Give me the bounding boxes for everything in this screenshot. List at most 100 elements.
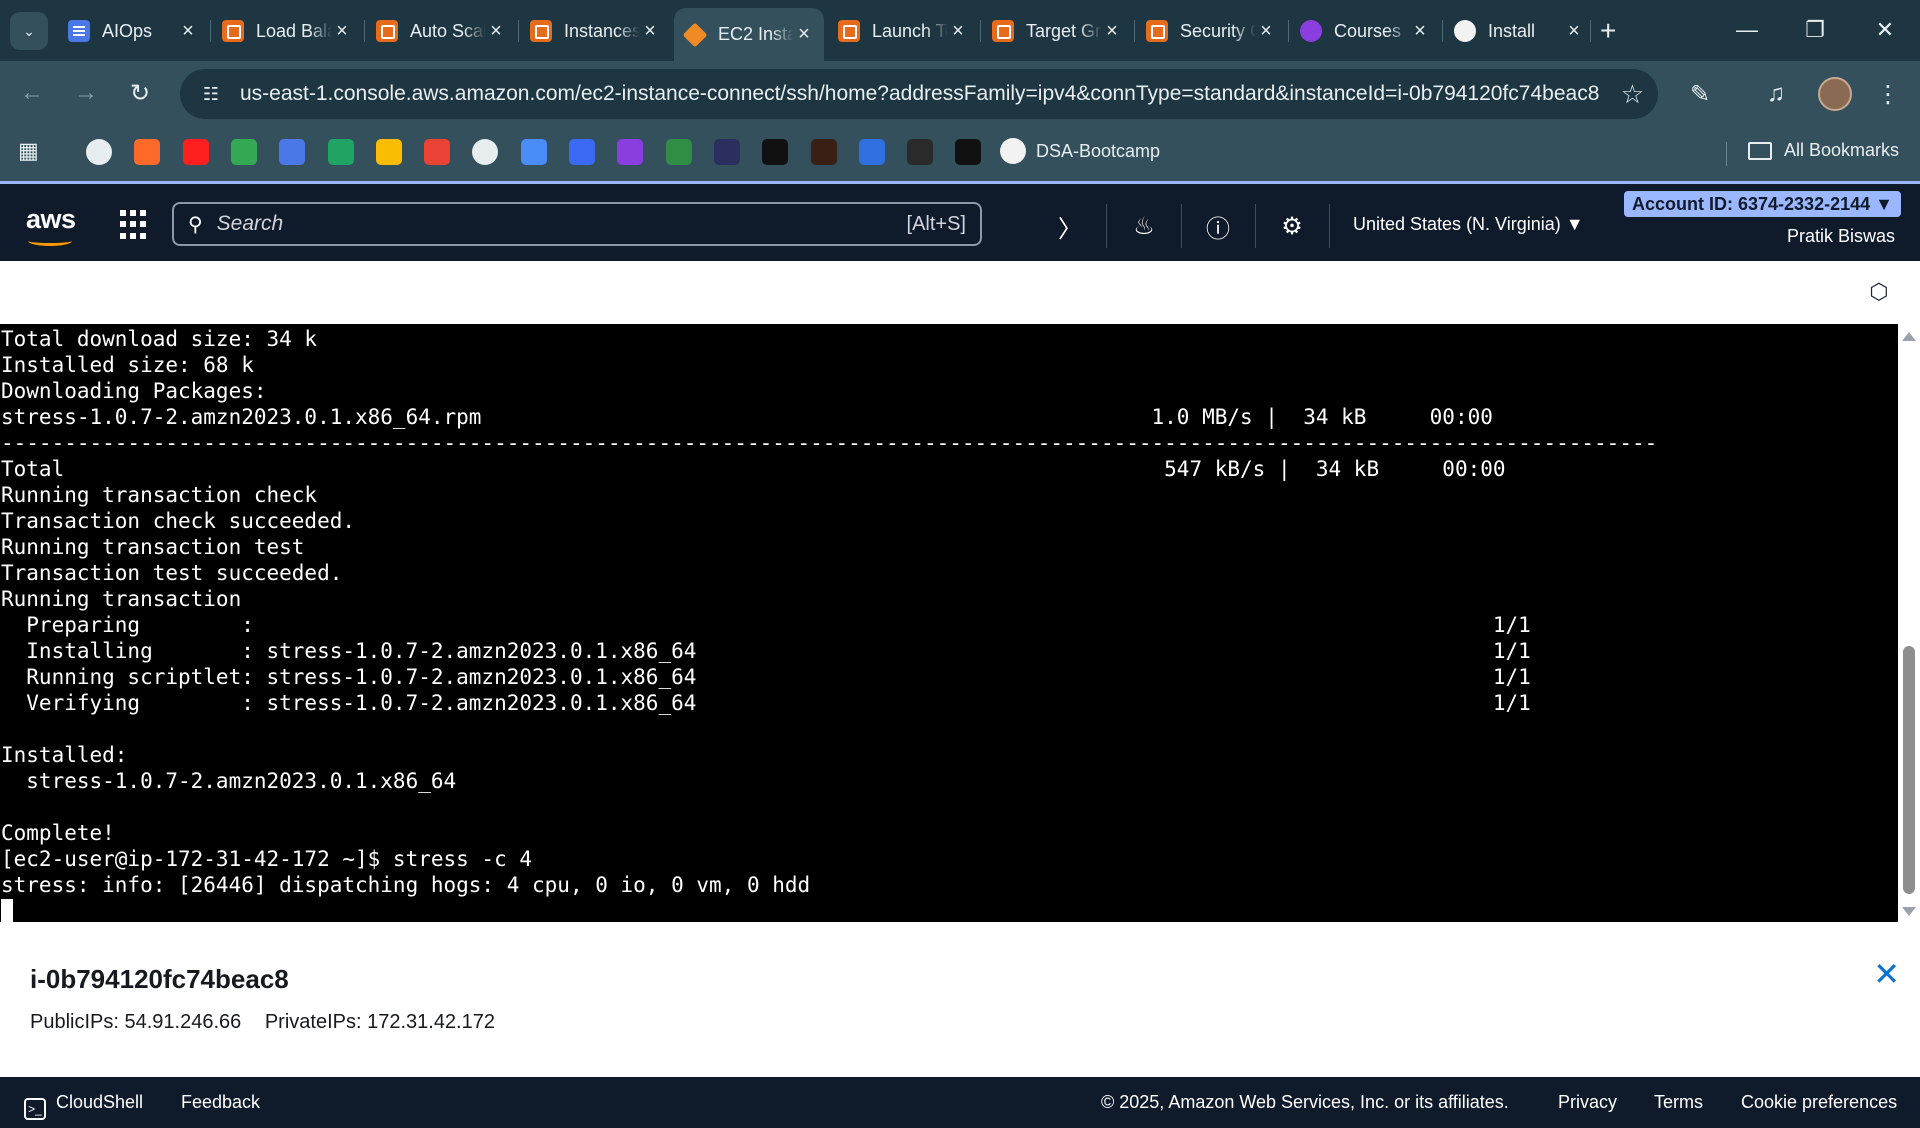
tab-target-groups[interactable]: Target Groups × <box>982 12 1132 50</box>
region-selector[interactable]: United States (N. Virginia) ▼ <box>1353 214 1584 235</box>
terminal-line: Transaction test succeeded. <box>1 561 343 585</box>
reload-icon[interactable]: ↻ <box>120 73 160 113</box>
tab-label: Install <box>1488 20 1536 41</box>
bookmark-favicon-icon[interactable] <box>858 139 885 165</box>
tab-close-icon[interactable]: × <box>1564 20 1584 43</box>
terminal-line: Transaction check succeeded. <box>1 509 356 533</box>
close-panel-icon[interactable]: ✕ <box>1873 958 1900 990</box>
url-text[interactable]: us-east-1.console.aws.amazon.com/ec2-ins… <box>240 82 1600 106</box>
tab-close-icon[interactable]: × <box>1102 20 1122 43</box>
bookmark-favicon-icon[interactable] <box>327 139 354 165</box>
scroll-down-arrow-icon[interactable] <box>1902 907 1916 916</box>
terms-link[interactable]: Terms <box>1654 1092 1703 1113</box>
scroll-up-arrow-icon[interactable] <box>1902 332 1916 341</box>
aws-logo[interactable]: aws <box>26 204 76 246</box>
bookmark-favicon-icon[interactable] <box>182 139 209 165</box>
tab-launch-templates[interactable]: Launch Templates × <box>828 12 978 50</box>
tab-ec2-instance-connect[interactable]: EC2 Instance Connect × <box>674 8 824 61</box>
aws-service-icon <box>530 20 552 42</box>
tab-close-icon[interactable]: × <box>640 20 660 43</box>
cloudshell-label: CloudShell <box>56 1092 144 1112</box>
cookie-preferences-link[interactable]: Cookie preferences <box>1741 1092 1897 1113</box>
tab-install[interactable]: Install × <box>1444 12 1594 50</box>
tab-search-chevron-icon[interactable]: ⌄ <box>10 12 48 50</box>
settings-gear-icon[interactable]: ⚙ <box>1272 206 1312 246</box>
bookmark-favicon-icon[interactable] <box>472 139 499 165</box>
tab-courses[interactable]: Courses × <box>1290 12 1440 50</box>
cloudshell-terminal-icon[interactable]: 〉 <box>1050 206 1090 246</box>
tab-close-icon[interactable]: × <box>948 20 968 43</box>
cloudshell-button[interactable]: >_ CloudShell <box>24 1092 143 1120</box>
tab-auto-scaling[interactable]: Auto Scaling × <box>366 12 516 50</box>
header-separator <box>1181 204 1182 248</box>
back-arrow-icon[interactable]: ← <box>12 73 52 113</box>
console-search[interactable]: ⚲ [Alt+S] <box>172 202 982 246</box>
username[interactable]: Pratik Biswas <box>1787 226 1895 247</box>
site-info-tune-icon[interactable]: ☷ <box>196 79 226 109</box>
media-controls-icon[interactable]: ♫ <box>1758 77 1794 111</box>
tab-aiops[interactable]: AIOps × <box>58 12 208 50</box>
ssh-terminal[interactable]: Total download size: 34 k Installed size:… <box>0 324 1898 922</box>
bookmark-favicon-icon[interactable] <box>375 139 402 165</box>
help-question-icon[interactable]: ⓘ <box>1198 206 1238 246</box>
bookmark-favicon-icon[interactable] <box>810 139 837 165</box>
terminal-settings-icon[interactable]: ⬡ <box>1866 279 1892 305</box>
services-grid-icon[interactable] <box>120 210 150 240</box>
profile-avatar[interactable] <box>1818 77 1852 111</box>
tab-instances[interactable]: Instances × <box>520 12 670 50</box>
scrollbar-thumb[interactable] <box>1903 646 1915 894</box>
feedback-link[interactable]: Feedback <box>181 1092 260 1113</box>
tab-separator <box>1590 20 1591 42</box>
bookmark-favicon-icon[interactable] <box>665 139 692 165</box>
tab-load-balancers[interactable]: Load Balancers × <box>212 12 362 50</box>
privacy-link[interactable]: Privacy <box>1558 1092 1617 1113</box>
all-bookmarks-button[interactable]: All Bookmarks <box>1748 140 1899 161</box>
new-tab-plus-icon[interactable]: + <box>1600 14 1616 48</box>
aws-logo-text: aws <box>26 204 76 234</box>
tab-separator <box>210 20 211 42</box>
tab-close-icon[interactable]: × <box>1410 20 1430 43</box>
account-menu[interactable]: Account ID: 6374-2332-2144 ▼ <box>1624 191 1901 217</box>
aws-service-icon <box>838 20 860 42</box>
close-window-icon[interactable]: ✕ <box>1862 10 1908 50</box>
instance-id: i-0b794120fc74beac8 <box>30 964 289 994</box>
bookmark-star-icon[interactable]: ☆ <box>1621 79 1644 110</box>
extensions-puzzle-icon[interactable]: ✎ <box>1682 77 1718 111</box>
aws-console-header: aws ⚲ [Alt+S] 〉 ♨ ⓘ ⚙ United States (N. … <box>0 181 1920 261</box>
tab-close-icon[interactable]: × <box>794 23 814 46</box>
tab-close-icon[interactable]: × <box>1256 20 1276 43</box>
bookmark-favicon-icon[interactable] <box>762 139 789 165</box>
bookmark-favicon-icon[interactable] <box>86 139 112 165</box>
forward-arrow-icon[interactable]: → <box>66 73 106 113</box>
minimize-icon[interactable]: — <box>1724 10 1770 50</box>
browser-menu-kebab-icon[interactable]: ⋮ <box>1870 77 1906 111</box>
apps-grid-icon[interactable]: ▦ <box>18 139 42 163</box>
terminal-line: Running scriptlet: stress-1.0.7-2.amzn20… <box>1 665 1531 689</box>
bookmark-favicon-icon[interactable] <box>279 139 306 165</box>
bookmark-favicon-icon[interactable] <box>955 139 982 165</box>
tab-close-icon[interactable]: × <box>486 20 506 43</box>
aws-service-icon <box>992 20 1014 42</box>
bookmark-dsa-bootcamp[interactable]: DSA-Bootcamp <box>1000 138 1160 164</box>
tab-close-icon[interactable]: × <box>332 20 352 43</box>
restore-icon[interactable]: ❐ <box>1792 10 1838 50</box>
bookmark-favicon-icon[interactable] <box>424 139 451 165</box>
terminal-line: Running transaction check <box>1 483 318 507</box>
bookmark-favicon-icon[interactable] <box>230 139 257 165</box>
search-input[interactable] <box>216 212 907 236</box>
tab-label: Launch Templates <box>872 20 948 41</box>
bookmark-favicon-icon[interactable] <box>713 139 740 165</box>
tab-close-icon[interactable]: × <box>178 20 198 43</box>
notifications-bell-icon[interactable]: ♨ <box>1124 206 1164 246</box>
terminal-scrollbar[interactable] <box>1898 324 1920 922</box>
tab-separator <box>518 20 519 42</box>
bookmark-favicon-icon[interactable] <box>617 139 644 165</box>
bookmark-favicon-icon[interactable] <box>569 139 595 165</box>
copyright-text: © 2025, Amazon Web Services, Inc. or its… <box>1101 1092 1509 1112</box>
tab-security-groups[interactable]: Security Groups × <box>1136 12 1286 50</box>
bookmark-favicon-icon[interactable] <box>520 139 547 165</box>
tab-label: AIOps <box>102 20 153 41</box>
bookmark-favicon-icon[interactable] <box>907 139 934 165</box>
address-bar[interactable]: ☷ us-east-1.console.aws.amazon.com/ec2-i… <box>180 69 1658 119</box>
bookmark-favicon-icon[interactable] <box>134 139 161 165</box>
